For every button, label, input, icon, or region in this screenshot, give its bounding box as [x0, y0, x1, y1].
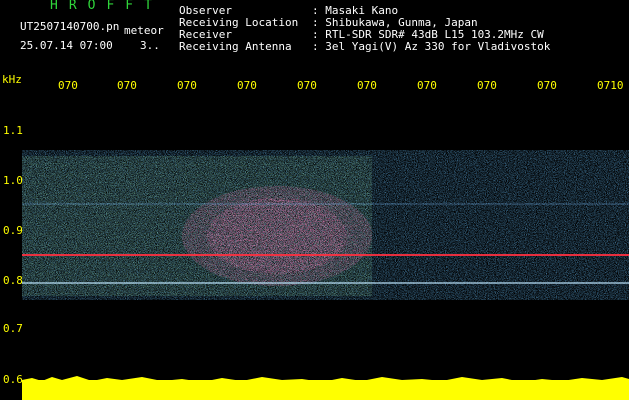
y-tick-0-8: 0.8: [3, 274, 23, 287]
y-tick-1-1: 1.1: [3, 124, 23, 137]
y-tick-1-0: 1.0: [3, 174, 23, 187]
antenna-value: : 3el Yagi(V) Az 330 for Vladivostok: [312, 40, 551, 53]
app-brand: HROFFT: [50, 0, 163, 13]
y-tick-0-6: 0.6: [3, 373, 23, 386]
amplitude-fill: [22, 380, 629, 400]
timestamp: 25.07.14 07:00: [20, 39, 113, 52]
file-name: UT2507140700.pn: [20, 20, 120, 33]
y-tick-0-9: 0.9: [3, 224, 23, 237]
x-tick-3: 070: [177, 79, 197, 92]
header-panel: HROFFT UT2507140700.pn meteor 25.07.14 0…: [0, 0, 629, 66]
x-tick-2: 070: [117, 79, 137, 92]
x-tick-8: 070: [477, 79, 497, 92]
spectrogram-plot: [22, 150, 629, 300]
x-tick-1: 070: [58, 79, 78, 92]
x-tick-6: 070: [357, 79, 377, 92]
detection-tag: meteor: [124, 24, 164, 37]
y-tick-0-7: 0.7: [3, 322, 23, 335]
x-tick-5: 070: [297, 79, 317, 92]
amplitude-bar: [22, 376, 629, 400]
y-axis-unit: kHz: [2, 73, 22, 86]
x-tick-7: 070: [417, 79, 437, 92]
x-tick-4: 070: [237, 79, 257, 92]
x-tick-9: 070: [537, 79, 557, 92]
antenna-label: Receiving Antenna: [179, 40, 292, 53]
x-tick-10: 0710: [597, 79, 624, 92]
status-indicator: 3..: [140, 39, 160, 52]
